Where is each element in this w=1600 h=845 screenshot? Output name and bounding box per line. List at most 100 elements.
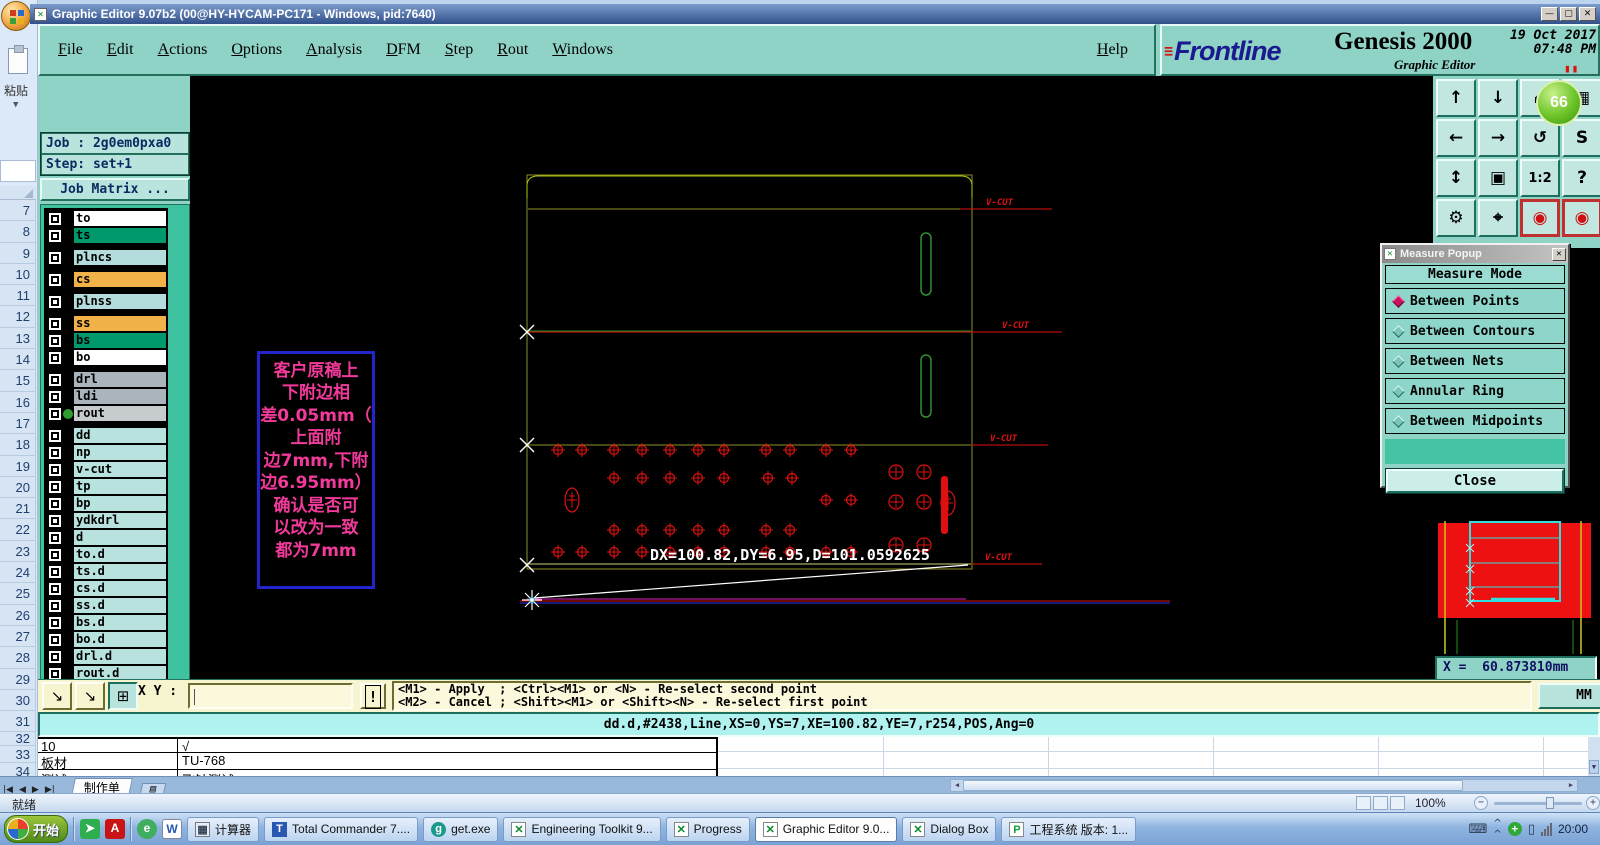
layer-name[interactable]: dd <box>74 428 166 443</box>
layer-name[interactable]: rout <box>74 406 166 421</box>
layer-name[interactable]: ts <box>74 228 166 243</box>
layer-visibility-checkbox[interactable] <box>49 531 61 544</box>
center-view-button[interactable]: ▣ <box>1478 159 1518 197</box>
view-normal-icon[interactable] <box>1356 796 1371 810</box>
layer-name[interactable]: cs.d <box>74 581 166 596</box>
excel-row-header[interactable]: 22 <box>0 519 36 541</box>
excel-row-header[interactable]: 26 <box>0 604 36 626</box>
layer-name[interactable]: d <box>74 530 166 545</box>
layer-name[interactable]: drl <box>74 372 166 387</box>
excel-cell-b[interactable]: TU-768 <box>178 753 718 769</box>
scroll-left-arrow-icon[interactable]: ◀ <box>952 781 962 790</box>
job-matrix-button[interactable]: Job Matrix ... <box>40 178 190 201</box>
layer-name[interactable]: bo <box>74 350 166 365</box>
layer-visibility-checkbox[interactable] <box>49 295 61 308</box>
zoom-out-window-button[interactable]: ↓ <box>1478 79 1518 117</box>
excel-row-header[interactable]: 20 <box>0 476 36 499</box>
quicklaunch-green-icon[interactable]: ➤ <box>80 819 101 839</box>
excel-horizontal-scrollbar[interactable]: ◀ ▶ <box>950 779 1578 792</box>
task-get-exe[interactable]: g get.exe <box>423 816 499 842</box>
close-button[interactable]: ✕ <box>1579 7 1596 21</box>
layer-visibility-checkbox[interactable] <box>49 334 61 347</box>
layer-name[interactable]: bs <box>74 333 166 348</box>
overview-map[interactable] <box>1433 521 1600 654</box>
layer-name[interactable]: tp <box>74 479 166 494</box>
layer-visibility-checkbox[interactable] <box>49 212 61 225</box>
zoom-slider-handle[interactable] <box>1546 797 1554 809</box>
layer-visibility-checkbox[interactable] <box>49 480 61 493</box>
layer-visibility-checkbox[interactable] <box>49 565 61 578</box>
pan-right-button[interactable]: → <box>1478 119 1518 157</box>
popup-title-bar[interactable]: ✕ Measure Popup ✕ <box>1382 245 1568 263</box>
view-pagebreak-icon[interactable] <box>1390 796 1405 810</box>
measure-option-between-contours[interactable]: Between Contours <box>1385 318 1565 344</box>
excel-row-header[interactable]: 16 <box>0 391 36 413</box>
measure-option-annular-ring[interactable]: Annular Ring <box>1385 378 1565 404</box>
layer-visibility-checkbox[interactable] <box>49 273 61 286</box>
notification-bubble[interactable]: 66 <box>1536 80 1582 126</box>
layer-name[interactable]: ts.d <box>74 564 166 579</box>
layer-visibility-checkbox[interactable] <box>49 446 61 459</box>
help-context-button[interactable]: ? <box>1562 159 1600 197</box>
menu-file[interactable]: File <box>58 41 83 59</box>
measure-pointer-button[interactable]: ↘ <box>75 682 105 710</box>
menu-windows[interactable]: Windows <box>552 41 613 59</box>
layer-name[interactable]: plncs <box>74 250 166 265</box>
layer-visibility-checkbox[interactable] <box>49 497 61 510</box>
layer-visibility-checkbox[interactable] <box>49 548 61 561</box>
quicklaunch-word-icon[interactable]: W <box>162 819 183 839</box>
measure-option-between-points[interactable]: Between Points <box>1385 288 1565 314</box>
excel-row-header[interactable]: 8 <box>0 221 36 243</box>
layer-visibility-checkbox[interactable] <box>49 667 61 680</box>
menu-dfm[interactable]: DFM <box>386 41 421 59</box>
units-dropdown[interactable]: MM <box>1538 683 1600 709</box>
tray-keyboard-icon[interactable]: ⌨ <box>1469 822 1488 837</box>
layer-name[interactable]: ss <box>74 316 166 331</box>
nets-highlight-b-button[interactable]: ◉ <box>1562 199 1600 237</box>
layer-name[interactable]: plnss <box>74 294 166 309</box>
excel-row-header[interactable]: 28 <box>0 647 36 669</box>
menu-edit[interactable]: Edit <box>107 41 134 59</box>
excel-row-header[interactable]: 14 <box>0 349 36 371</box>
tray-network-icon[interactable] <box>1540 822 1552 836</box>
menu-rout[interactable]: Rout <box>497 41 528 59</box>
excel-row-header[interactable]: 30 <box>0 689 36 712</box>
excel-zoom-level[interactable]: 100% <box>1415 796 1446 810</box>
layer-name[interactable]: bo.d <box>74 632 166 647</box>
layer-name[interactable]: ldi <box>74 389 166 404</box>
minimize-button[interactable]: — <box>1541 7 1558 21</box>
excel-row-header[interactable]: 18 <box>0 434 36 456</box>
maximize-button[interactable]: ▢ <box>1560 7 1577 21</box>
layer-visibility-checkbox[interactable] <box>49 229 61 242</box>
layer-visibility-checkbox[interactable] <box>49 251 61 264</box>
tray-clock[interactable]: 20:00 <box>1558 822 1588 836</box>
excel-row-header[interactable]: 31 <box>0 711 36 733</box>
zoom-to-window-button[interactable]: ↑ <box>1436 79 1476 117</box>
zoom-in-icon[interactable]: + <box>1586 796 1600 810</box>
excel-row-header[interactable]: 33 <box>0 746 36 764</box>
menu-step[interactable]: Step <box>445 41 473 59</box>
layer-visibility-checkbox[interactable] <box>49 390 61 403</box>
scroll-down-arrow-icon[interactable]: ▼ <box>1589 760 1599 774</box>
scroll-right-arrow-icon[interactable]: ▶ <box>1566 781 1576 790</box>
menu-analysis[interactable]: Analysis <box>306 41 362 59</box>
excel-row-header[interactable]: 7 <box>0 200 36 222</box>
excel-select-all[interactable] <box>0 186 36 200</box>
layer-visibility-checkbox[interactable] <box>49 317 61 330</box>
layer-name[interactable]: cs <box>74 272 166 287</box>
radio-diamond-icon[interactable] <box>1392 294 1405 308</box>
nets-highlight-a-button[interactable]: ◉ <box>1520 199 1560 237</box>
zoom-slider-track[interactable] <box>1494 802 1582 805</box>
quicklaunch-browser-icon[interactable]: e <box>137 819 158 839</box>
layer-visibility-checkbox[interactable] <box>49 650 61 663</box>
job-field[interactable]: Job : 2g0em0pxa0 <box>41 133 189 154</box>
excel-row-header[interactable]: 9 <box>0 242 36 264</box>
layer-visibility-checkbox[interactable] <box>49 407 61 420</box>
excel-row-header[interactable]: 32 <box>0 732 36 747</box>
layer-visibility-checkbox[interactable] <box>49 582 61 595</box>
radio-diamond-icon[interactable] <box>1392 354 1405 368</box>
measure-option-between-nets[interactable]: Between Nets <box>1385 348 1565 374</box>
layer-name[interactable]: drl.d <box>74 649 166 664</box>
excel-row-header[interactable]: 17 <box>0 412 36 435</box>
task-total-commander-7-[interactable]: T Total Commander 7.... <box>264 816 419 842</box>
